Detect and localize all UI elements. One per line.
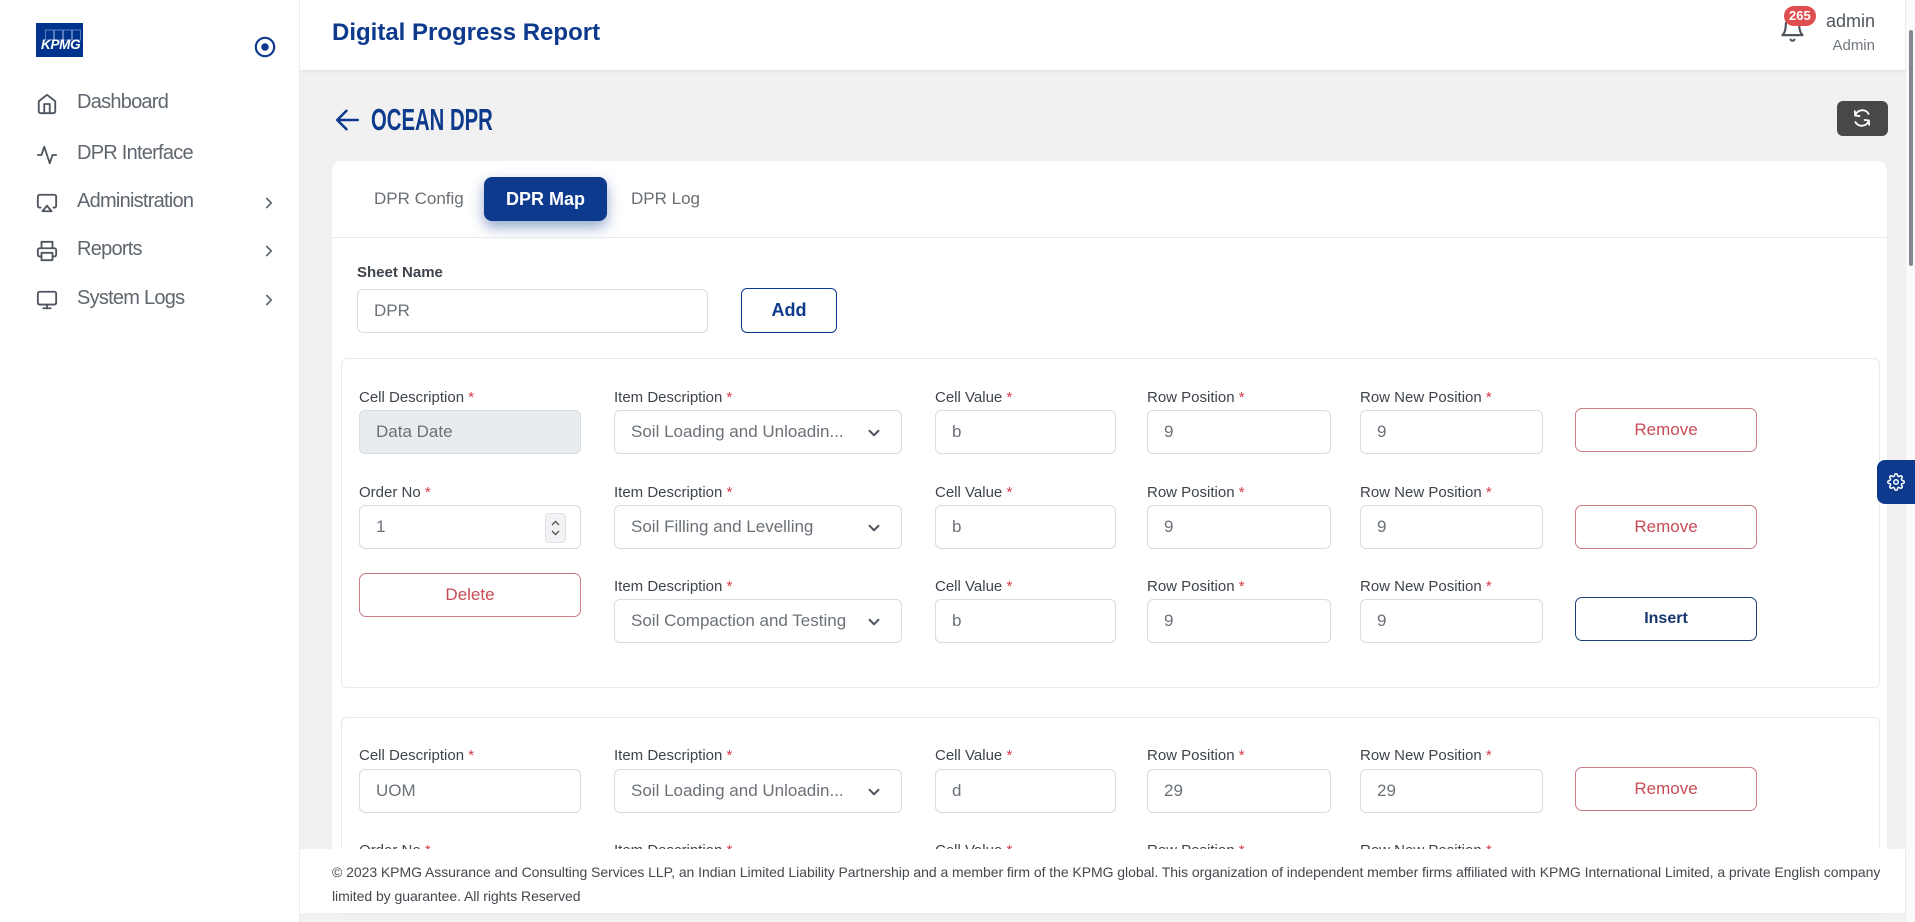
- svg-text:KPMG: KPMG: [41, 37, 81, 52]
